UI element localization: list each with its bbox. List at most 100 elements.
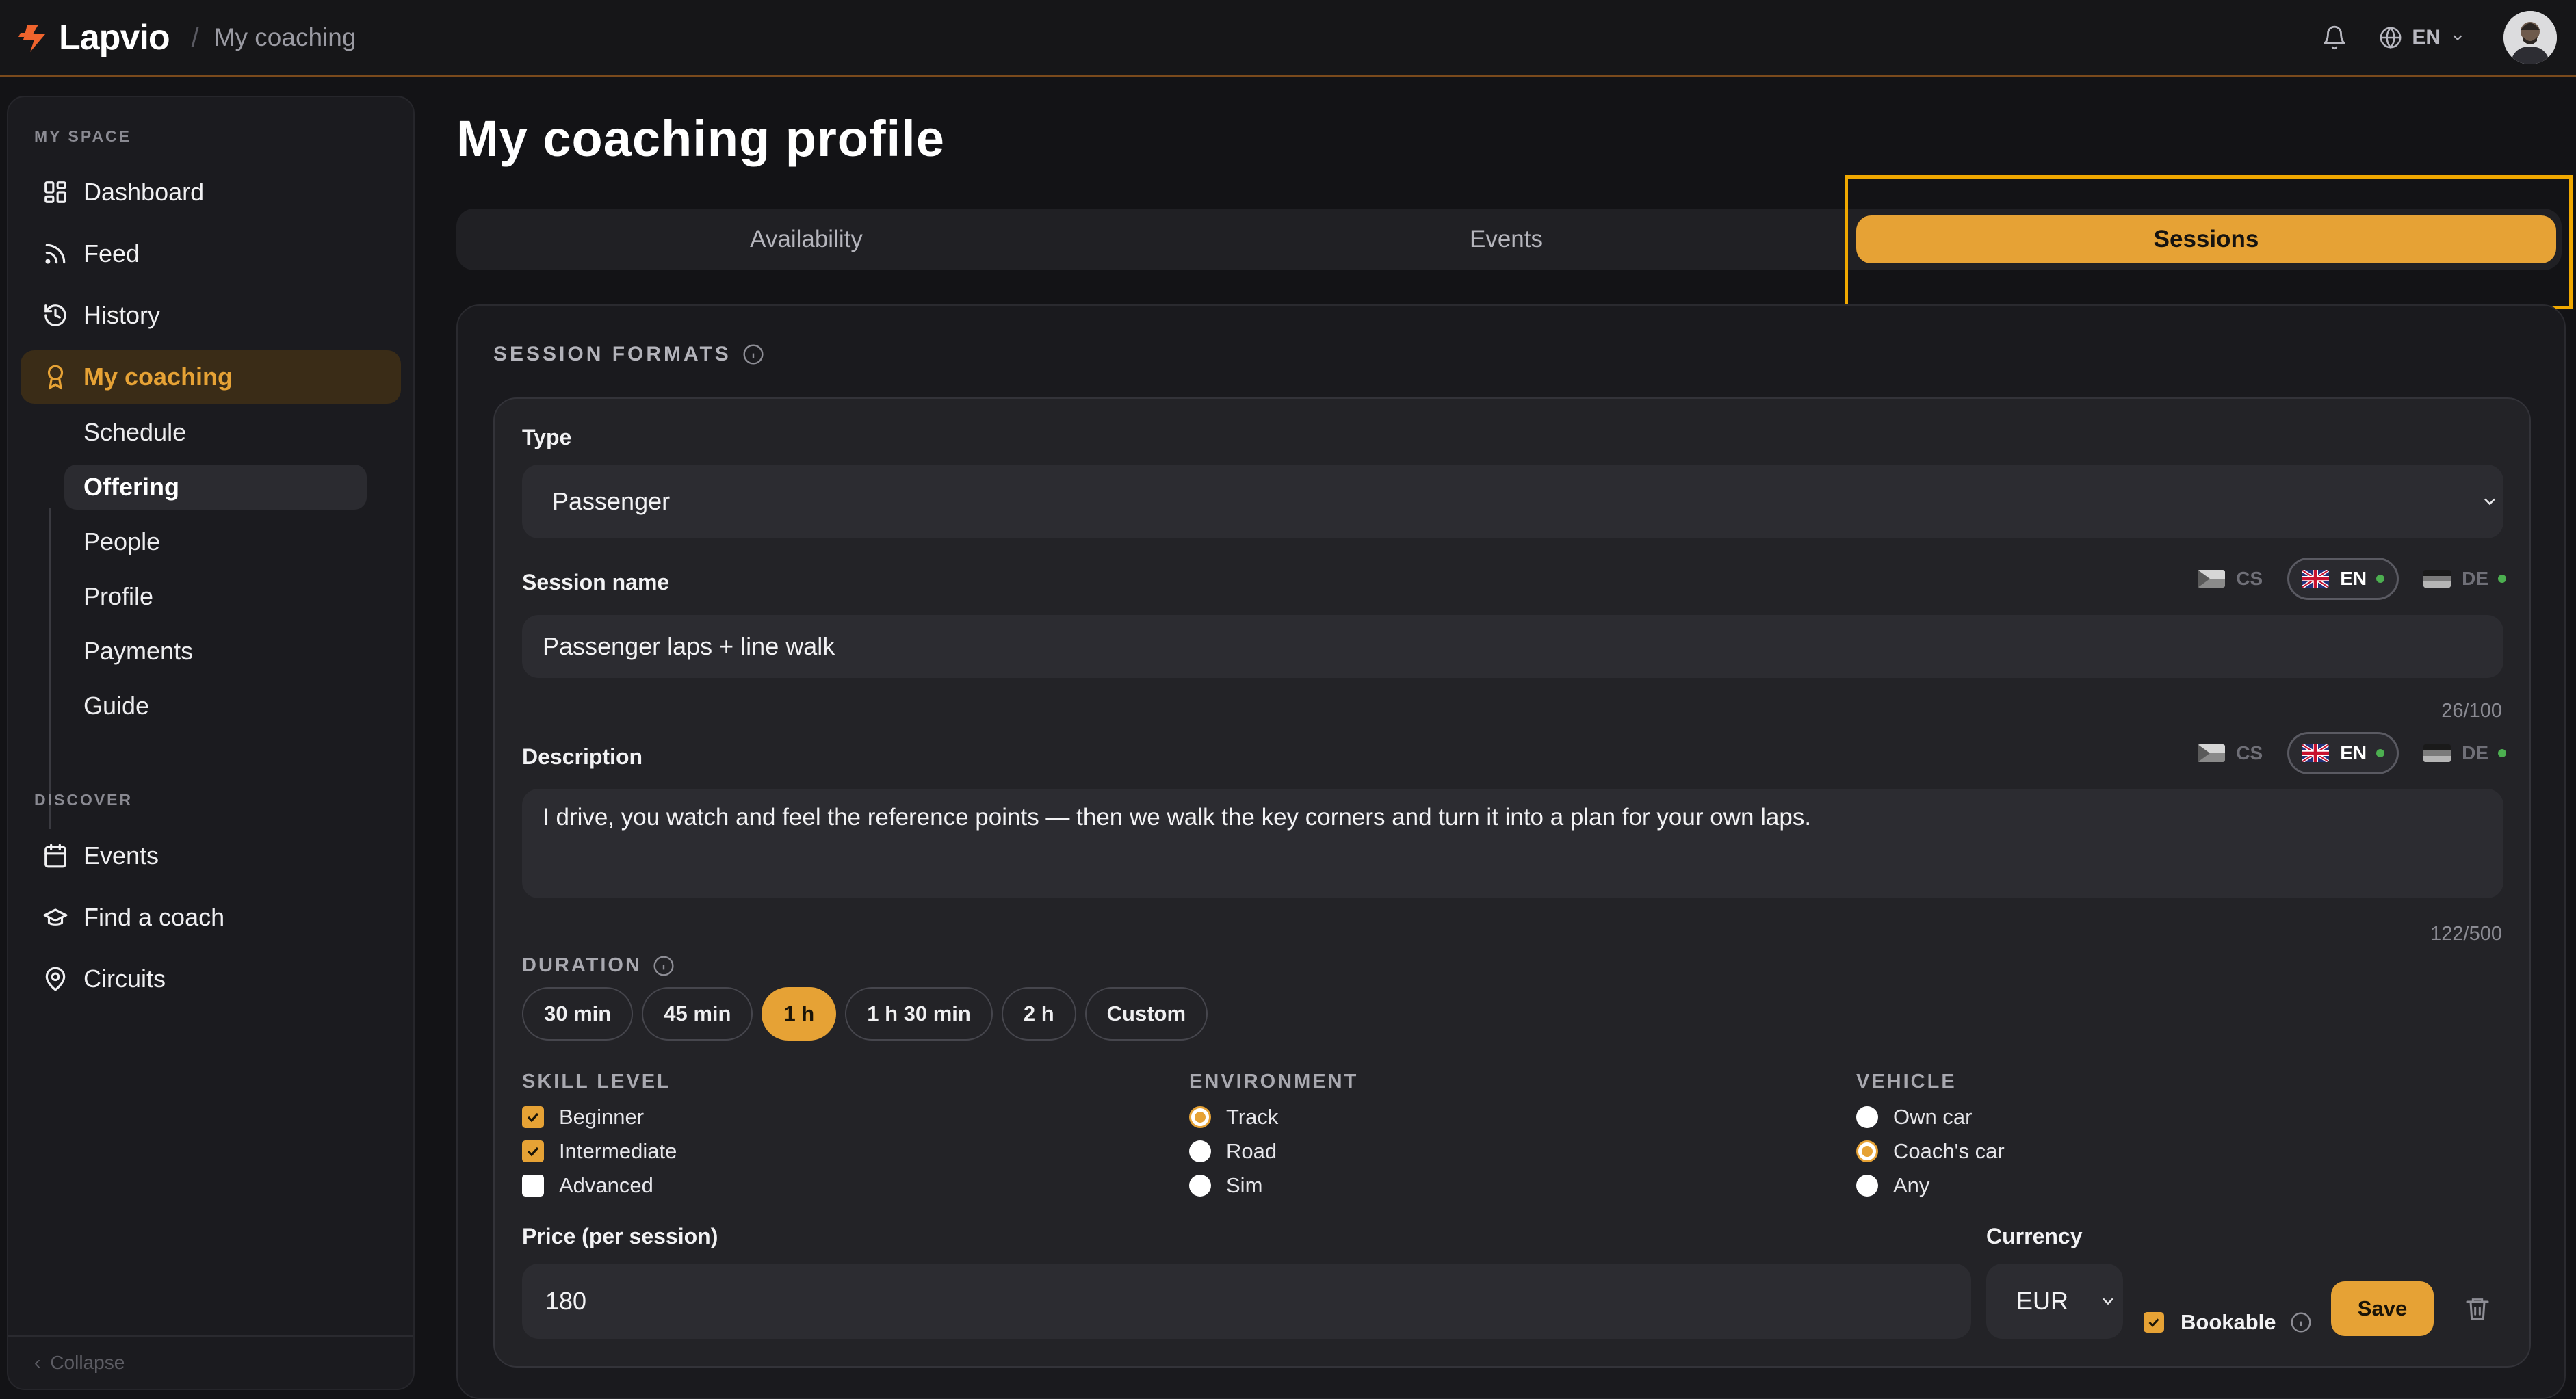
sidebar-item-circuits[interactable]: Circuits <box>21 952 401 1006</box>
environment-option-track[interactable]: Track <box>1189 1103 1278 1131</box>
radio-unselected[interactable] <box>1856 1175 1878 1197</box>
rss-icon <box>45 244 66 264</box>
section-title: SESSION FORMATS <box>493 343 764 366</box>
flag-cs-icon <box>2198 744 2226 762</box>
sidebar-subitem-schedule[interactable]: Schedule <box>64 410 367 455</box>
price-input[interactable]: 180 <box>522 1264 1971 1339</box>
description-counter: 122/500 <box>2430 923 2502 945</box>
duration-chip[interactable]: 45 min <box>642 987 753 1041</box>
submenu-line <box>49 508 51 829</box>
sidebar-item-events[interactable]: Events <box>21 829 401 882</box>
save-button[interactable]: Save <box>2331 1281 2434 1336</box>
checkbox-checked[interactable] <box>522 1106 544 1128</box>
app-logo[interactable]: Lapvio <box>18 17 170 58</box>
vehicle-option-coachs-car[interactable]: Coach's car <box>1856 1138 2005 1165</box>
language-tab-cs[interactable]: CS <box>2198 568 2263 590</box>
skill-option-intermediate[interactable]: Intermediate <box>522 1138 677 1165</box>
option-label: Beginner <box>559 1105 645 1129</box>
checkbox-unchecked[interactable] <box>522 1175 544 1197</box>
app-name: Lapvio <box>59 18 170 57</box>
environment-option-sim[interactable]: Sim <box>1189 1172 1262 1199</box>
language-tab-en[interactable]: EN <box>2287 732 2399 774</box>
skill-option-advanced[interactable]: Advanced <box>522 1172 653 1199</box>
option-label: Intermediate <box>559 1139 677 1163</box>
sidebar-subitem-offering[interactable]: Offering <box>64 465 367 510</box>
vehicle-option-own-car[interactable]: Own car <box>1856 1103 1972 1131</box>
description-value: I drive, you watch and feel the referenc… <box>543 804 1812 831</box>
map-pin-icon <box>45 967 66 991</box>
duration-chip[interactable]: 30 min <box>522 987 634 1041</box>
duration-chip-selected[interactable]: 1 h <box>762 987 837 1041</box>
radio-selected[interactable] <box>1189 1106 1211 1128</box>
session-name-input[interactable]: Passenger laps + line walk <box>522 615 2503 678</box>
collapse-label: Collapse <box>50 1352 125 1373</box>
sidebar-item-dashboard[interactable]: Dashboard <box>21 166 401 219</box>
collapse-button[interactable]: ‹ Collapse <box>8 1335 413 1389</box>
currency-value: EUR <box>2016 1287 2069 1315</box>
radio-unselected[interactable] <box>1189 1140 1211 1162</box>
language-tab-de[interactable]: DE <box>2423 568 2506 590</box>
environment-option-road[interactable]: Road <box>1189 1138 1277 1165</box>
description-language-switch: CS EN DE <box>2173 732 2506 774</box>
duration-chip-custom[interactable]: Custom <box>1084 987 1208 1041</box>
bell-icon[interactable] <box>2321 25 2347 51</box>
sidebar-subitem-guide[interactable]: Guide <box>64 683 367 729</box>
sidebar-subitem-payments[interactable]: Payments <box>64 629 367 674</box>
option-label: Own car <box>1893 1105 1973 1129</box>
radio-selected[interactable] <box>1856 1140 1878 1162</box>
checkbox-checked[interactable] <box>522 1140 544 1162</box>
duration-chip[interactable]: 2 h <box>1001 987 1076 1041</box>
bookable-toggle[interactable]: Bookable <box>2144 1309 2312 1336</box>
complete-indicator <box>2498 575 2506 583</box>
radio-unselected[interactable] <box>1856 1106 1878 1128</box>
tab-availability[interactable]: Availability <box>456 226 1156 253</box>
avatar[interactable] <box>2503 11 2557 64</box>
vehicle-option-any[interactable]: Any <box>1856 1172 1929 1199</box>
language-tab-cs[interactable]: CS <box>2198 742 2263 764</box>
sidebar-item-find-a-coach[interactable]: Find a coach <box>21 891 401 944</box>
complete-indicator <box>2376 575 2385 583</box>
sidebar-subitem-profile[interactable]: Profile <box>64 574 367 619</box>
info-icon[interactable] <box>653 955 675 977</box>
tab-sessions[interactable]: Sessions <box>1856 215 2556 263</box>
sidebar-item-history[interactable]: History <box>21 289 401 342</box>
description-textarea[interactable]: I drive, you watch and feel the referenc… <box>522 789 2503 898</box>
graduation-cap-icon <box>43 908 68 926</box>
language-selector[interactable]: EN <box>2379 26 2475 49</box>
info-icon[interactable] <box>2290 1311 2312 1333</box>
language-code: EN <box>2340 568 2367 589</box>
sidebar-item-my-coaching[interactable]: My coaching <box>21 350 401 404</box>
breadcrumb[interactable]: My coaching <box>214 23 356 52</box>
radio-unselected[interactable] <box>1189 1175 1211 1197</box>
duration-chip[interactable]: 1 h 30 min <box>845 987 993 1041</box>
duration-label-text: DURATION <box>522 954 642 976</box>
skill-option-beginner[interactable]: Beginner <box>522 1103 644 1131</box>
page-title: My coaching profile <box>456 110 945 167</box>
type-select[interactable]: Passenger <box>522 465 2503 538</box>
info-icon[interactable] <box>742 343 764 365</box>
chevron-left-icon: ‹ <box>34 1352 41 1373</box>
top-bar: Lapvio / My coaching EN <box>0 0 2576 77</box>
currency-select[interactable]: EUR <box>1986 1264 2123 1339</box>
duration-label: DURATION <box>522 954 675 977</box>
language-tab-en[interactable]: EN <box>2287 558 2399 600</box>
user-photo-icon <box>2503 11 2557 64</box>
language-code: EN <box>2412 26 2441 49</box>
type-label: Type <box>522 425 572 449</box>
logo-mark-icon <box>18 25 45 52</box>
sidebar-item-label: Events <box>83 841 159 870</box>
tab-events[interactable]: Events <box>1156 226 1856 253</box>
flag-de-icon <box>2423 570 2451 588</box>
sidebar-item-feed[interactable]: Feed <box>21 227 401 280</box>
trash-icon[interactable] <box>2464 1295 2491 1322</box>
complete-indicator <box>2498 749 2506 757</box>
checkbox-checked[interactable] <box>2144 1312 2164 1333</box>
flag-uk-icon <box>2302 570 2330 588</box>
sidebar-subitem-people[interactable]: People <box>64 519 367 564</box>
language-tab-de[interactable]: DE <box>2423 742 2506 764</box>
session-format-card: Type Passenger Session name CS EN DE Pas… <box>493 397 2531 1368</box>
price-label: Price (per session) <box>522 1224 718 1248</box>
sidebar-section-label: MY SPACE <box>34 127 132 145</box>
environment-label: ENVIRONMENT <box>1189 1071 1359 1093</box>
profile-tabs: Availability Events Sessions <box>456 209 2562 270</box>
